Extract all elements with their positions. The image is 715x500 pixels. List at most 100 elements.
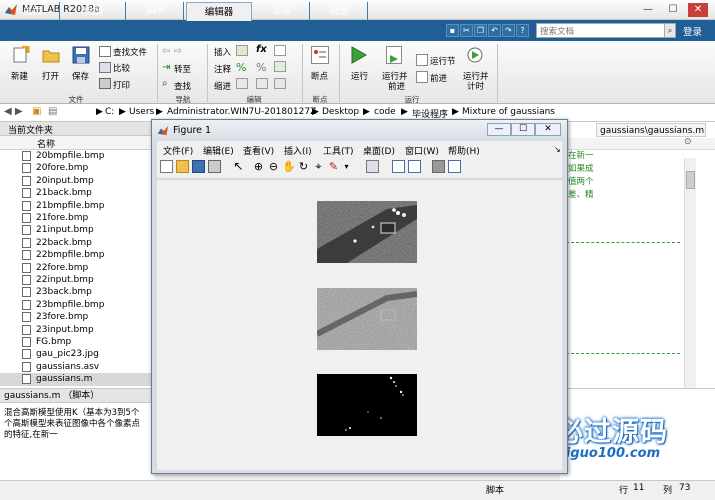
file-list-item[interactable]: 21fore.bmp	[0, 212, 155, 224]
file-list-item[interactable]: 20input.bmp	[0, 175, 155, 187]
hide-plot-tools-icon[interactable]	[432, 160, 445, 173]
uncomment-icon[interactable]: %	[256, 61, 266, 74]
new-figure-icon[interactable]	[160, 160, 173, 173]
file-list-item[interactable]: 22back.bmp	[0, 237, 155, 249]
breadcrumb-desktop[interactable]: Desktop	[322, 107, 359, 117]
help-quick-icon[interactable]: ?	[516, 24, 529, 37]
indent-button[interactable]: 缩进	[214, 80, 231, 92]
open-file-icon[interactable]	[176, 160, 189, 173]
find-button[interactable]: 查找	[174, 80, 191, 92]
maximize-button[interactable]: ☐	[663, 3, 683, 17]
tab-home[interactable]: 主页	[6, 2, 60, 21]
login-button[interactable]: 登录	[683, 24, 702, 38]
zoom-in-icon[interactable]: ⊕	[252, 160, 265, 173]
tab-plots[interactable]: 绘图	[62, 2, 126, 21]
close-button[interactable]: ✕	[688, 3, 708, 17]
pointer-icon[interactable]: ↖	[232, 160, 245, 173]
breadcrumb-user[interactable]: Administrator.WIN7U-20180127Z	[167, 107, 316, 117]
print-figure-icon[interactable]	[208, 160, 221, 173]
print-button[interactable]: 打印	[113, 79, 130, 91]
advance-button[interactable]: 前进	[430, 72, 447, 84]
menu-window[interactable]: 窗口(W)	[405, 144, 439, 157]
smart-indent-icon[interactable]	[236, 78, 248, 89]
file-list-item[interactable]: 20bmpfile.bmp	[0, 150, 155, 162]
cut-quick-icon[interactable]: ✂	[460, 24, 473, 37]
copy-quick-icon[interactable]: ❐	[474, 24, 487, 37]
breadcrumb-code[interactable]: code	[374, 107, 396, 117]
breakpoints-button[interactable]: 断点	[311, 70, 328, 82]
nav-back-icon[interactable]: ◀ ▶	[4, 106, 23, 117]
insert-section-icon[interactable]	[236, 45, 248, 56]
file-list-item[interactable]: 23back.bmp	[0, 286, 155, 298]
back-forward-icon[interactable]: ⇦ ⇨	[162, 46, 190, 58]
menu-help[interactable]: 帮助(H)	[448, 144, 480, 157]
show-plot-tools-icon[interactable]	[448, 160, 461, 173]
open-button[interactable]: 打开	[42, 70, 59, 82]
colorbar-icon[interactable]	[392, 160, 405, 173]
file-list-item[interactable]: 22bmpfile.bmp	[0, 249, 155, 261]
indent-less-icon[interactable]	[274, 78, 286, 89]
file-list-item[interactable]: 21bmpfile.bmp	[0, 200, 155, 212]
file-list-item[interactable]: 22fore.bmp	[0, 262, 155, 274]
figure-canvas[interactable]	[157, 180, 562, 470]
menu-edit[interactable]: 编辑(E)	[203, 144, 234, 157]
editor-panel-menu-icon[interactable]: ⊙	[684, 137, 692, 147]
figure-close-button[interactable]: ✕	[535, 123, 561, 136]
legend-icon[interactable]	[408, 160, 421, 173]
file-list-item[interactable]: gaussians.m	[0, 373, 155, 386]
format-icon[interactable]	[274, 45, 286, 56]
menu-tools[interactable]: 工具(T)	[323, 144, 354, 157]
breadcrumb-folder[interactable]: Mixture of gaussians	[462, 107, 555, 117]
menu-file[interactable]: 文件(F)	[163, 144, 193, 157]
editor-file-tab[interactable]: gaussians\gaussians.m	[596, 123, 706, 137]
tab-view[interactable]: 视图	[312, 2, 368, 21]
menu-insert[interactable]: 插入(I)	[284, 144, 312, 157]
data-cursor-icon[interactable]: ⌖	[312, 160, 325, 173]
editor-scrollbar[interactable]	[684, 158, 696, 388]
file-list-item[interactable]: 20fore.bmp	[0, 162, 155, 174]
folder-up-icon[interactable]: ▣	[32, 106, 41, 117]
run-button[interactable]: 运行	[351, 70, 368, 82]
tab-editor[interactable]: 编辑器	[186, 2, 252, 21]
comment-button[interactable]: 注释	[214, 63, 231, 75]
brush-icon[interactable]: ✎	[327, 160, 340, 173]
find-files-button[interactable]: 查找文件	[113, 46, 147, 58]
name-column-header[interactable]: 名称	[0, 136, 155, 150]
file-list-item[interactable]: 22input.bmp	[0, 274, 155, 286]
menu-view[interactable]: 查看(V)	[243, 144, 274, 157]
link-plot-icon[interactable]	[366, 160, 379, 173]
file-list-item[interactable]: 21back.bmp	[0, 187, 155, 199]
file-list-item[interactable]: 23input.bmp	[0, 324, 155, 336]
comment-percent-icon[interactable]: %	[236, 61, 246, 74]
undo-quick-icon[interactable]: ↶	[488, 24, 501, 37]
file-list-item[interactable]: 21input.bmp	[0, 224, 155, 236]
menu-desktop[interactable]: 桌面(D)	[363, 144, 395, 157]
file-list-item[interactable]: gaussians.asv	[0, 361, 155, 373]
figure-maximize-button[interactable]: ☐	[511, 123, 535, 136]
breadcrumb-drive[interactable]: C:	[105, 107, 114, 117]
run-section-button[interactable]: 运行节	[430, 55, 456, 67]
figure-minimize-button[interactable]: —	[487, 123, 511, 136]
rotate-3d-icon[interactable]: ↻	[297, 160, 310, 173]
goto-button[interactable]: 转至	[174, 63, 191, 75]
redo-quick-icon[interactable]: ↷	[502, 24, 515, 37]
save-figure-icon[interactable]	[192, 160, 205, 173]
file-list-item[interactable]: 23fore.bmp	[0, 311, 155, 323]
brush-dropdown-icon[interactable]: ▾	[340, 160, 353, 173]
indent-more-icon[interactable]	[256, 78, 268, 89]
compare-button[interactable]: 比较	[113, 62, 130, 74]
file-list-item[interactable]: FG.bmp	[0, 336, 155, 348]
scrollbar-thumb[interactable]	[686, 171, 695, 189]
new-button[interactable]: 新建	[11, 70, 28, 82]
search-documentation-input[interactable]	[536, 23, 676, 38]
breadcrumb-users[interactable]: Users	[129, 107, 154, 117]
wrap-comment-icon[interactable]	[274, 61, 286, 72]
save-button[interactable]: 保存	[72, 70, 89, 82]
insert-function-icon[interactable]: fx	[256, 44, 267, 55]
tab-publish[interactable]: 发布	[254, 2, 310, 21]
menu-overflow-icon[interactable]: ↘	[554, 145, 561, 154]
file-list-item[interactable]: 23bmpfile.bmp	[0, 299, 155, 311]
browse-folder-icon[interactable]: ▤	[48, 106, 57, 117]
minimize-button[interactable]: —	[638, 3, 658, 17]
file-list-item[interactable]: gau_pic23.jpg	[0, 348, 155, 360]
